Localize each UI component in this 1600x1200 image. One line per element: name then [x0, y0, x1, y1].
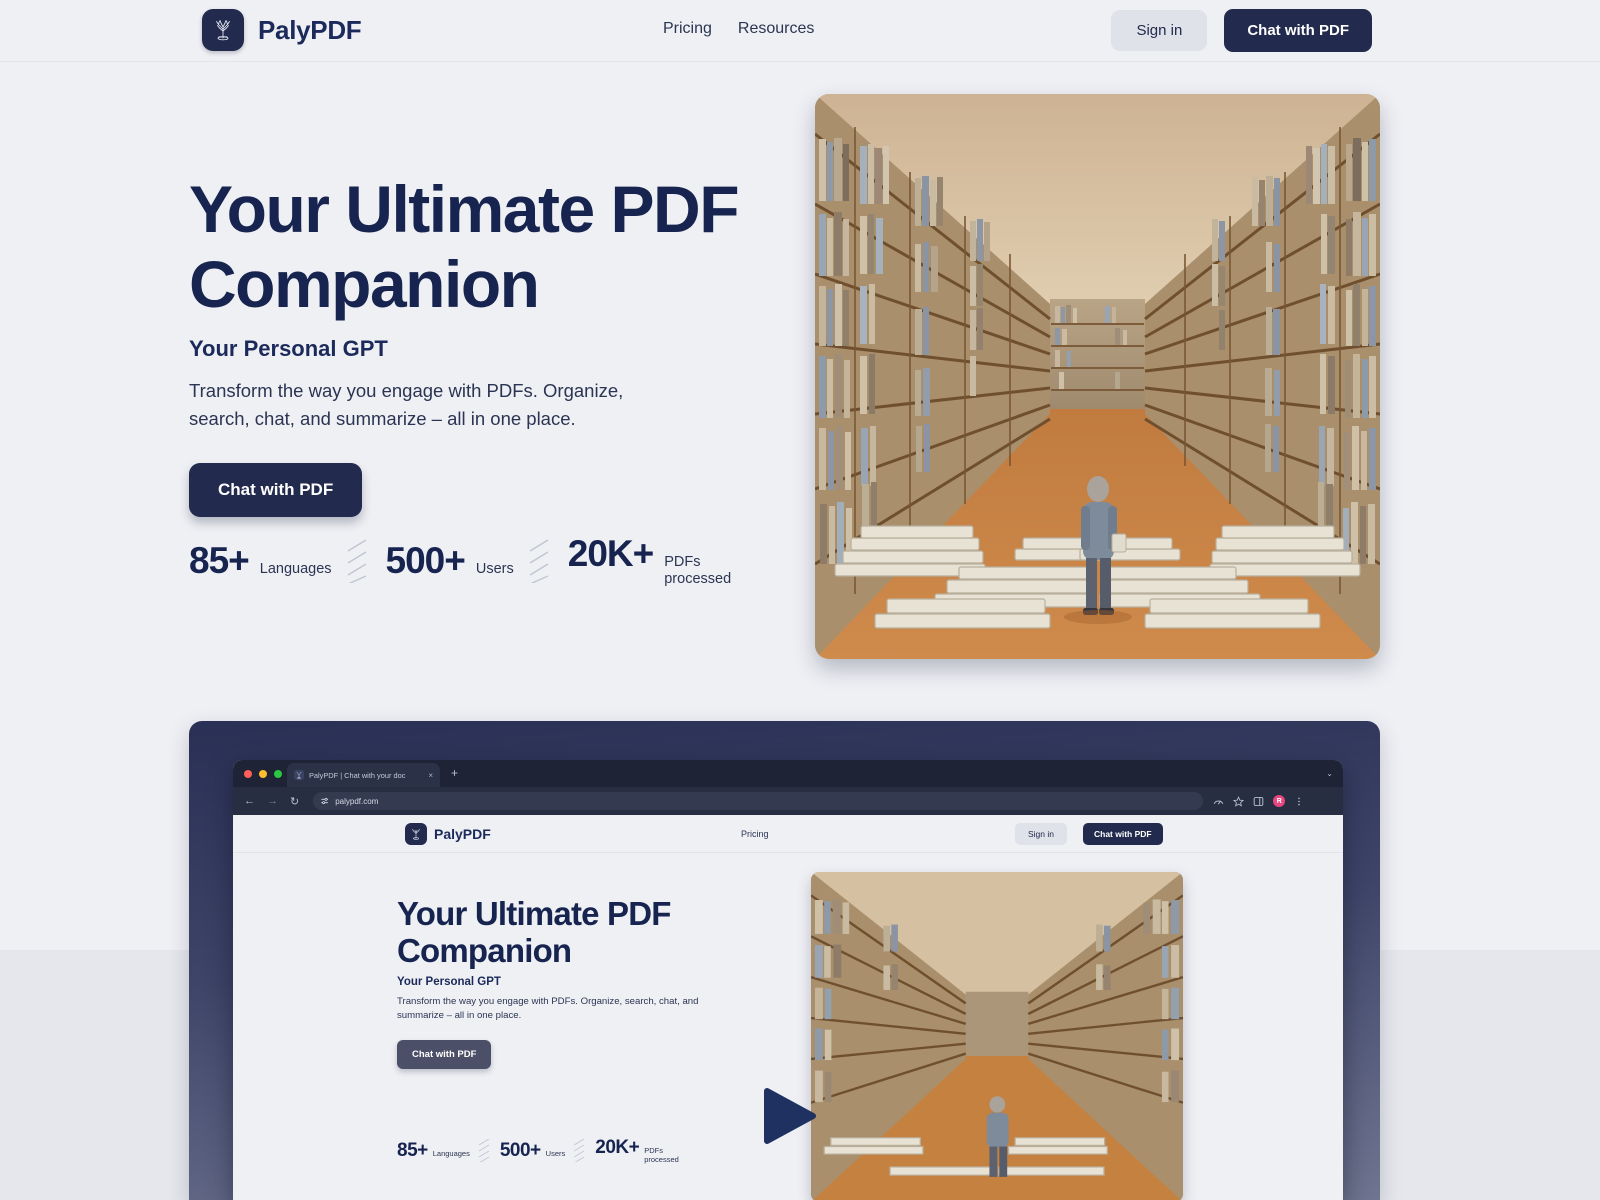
mockup-hero-subheading: Your Personal GPT — [397, 976, 501, 988]
nav-link-resources[interactable]: Resources — [738, 20, 814, 38]
stats-row: 85+ Languages 500+ Users 20K+ PDFs proce… — [189, 533, 740, 588]
mockup-stats-row: 85+ Languages 500+ Users 20K+ PDFs proce… — [397, 1137, 686, 1164]
mockup-stat-value: 85+ — [397, 1139, 428, 1161]
stat-item: 85+ Languages — [189, 540, 332, 582]
mockup-hero-content: Your Ultimate PDF Companion Your Persona… — [397, 895, 747, 1069]
brand-name: PalyPDF — [258, 14, 362, 45]
browser-toolbar: ← → ↻ palypdf.com R — [233, 787, 1343, 815]
mockup-sign-in-button[interactable]: Sign in — [1015, 822, 1067, 845]
hero-subheading: Your Personal GPT — [189, 336, 388, 361]
mockup-hero-description: Transform the way you engage with PDFs. … — [397, 996, 699, 1021]
stat-label: PDFs processed — [664, 554, 732, 587]
forward-button[interactable]: → — [267, 795, 278, 807]
mockup-stat-label: Users — [545, 1148, 566, 1158]
reload-button[interactable]: ↻ — [290, 795, 299, 808]
mockup-heading-line2: Companion — [397, 932, 572, 969]
mockup-stat-label: Languages — [432, 1148, 470, 1158]
url-text: palypdf.com — [335, 796, 379, 806]
tab-favicon-icon — [294, 770, 304, 780]
stat-label: Users — [475, 560, 514, 577]
hero-description: Transform the way you engage with PDFs. … — [189, 380, 624, 429]
mockup-brand-name: PalyPDF — [434, 825, 491, 842]
bookmark-star-icon[interactable] — [1233, 795, 1245, 807]
mockup-stat-value: 500+ — [499, 1139, 541, 1161]
toolbar-actions: R — [1213, 795, 1304, 807]
mockup-top-navigation: PalyPDF Pricing Sign in Chat with PDF — [233, 815, 1343, 853]
nav-links: Pricing Resources — [663, 20, 814, 38]
nav-actions: Sign in Chat with PDF — [1111, 9, 1372, 52]
hatch-divider-icon — [347, 538, 366, 583]
mockup-heading-line1: Your Ultimate PDF — [397, 895, 671, 932]
hatch-divider-icon — [573, 1139, 585, 1162]
stat-value: 500+ — [385, 539, 466, 581]
browser-menu-icon[interactable] — [1294, 796, 1304, 807]
back-button[interactable]: ← — [244, 795, 255, 807]
hero-content: Your Ultimate PDF Companion Your Persona… — [189, 172, 789, 517]
sign-in-button[interactable]: Sign in — [1111, 10, 1208, 51]
hero-chat-with-pdf-button[interactable]: Chat with PDF — [189, 463, 363, 517]
mockup-stat-label: PDFs processed — [644, 1146, 679, 1164]
mockup-page-content: PalyPDF Pricing Sign in Chat with PDF Yo… — [233, 815, 1343, 1200]
hero-heading-line1: Your Ultimate PDF — [189, 172, 740, 246]
hero-heading-line2: Companion — [189, 247, 540, 321]
brand-logo-link[interactable]: PalyPDF — [202, 9, 362, 51]
browser-tab[interactable]: PalyPDF | Chat with your doc × — [287, 763, 440, 787]
browser-mockup: PalyPDF | Chat with your doc × + ⌄ ← → ↻ — [233, 760, 1343, 1200]
browser-tab-bar: PalyPDF | Chat with your doc × + ⌄ — [233, 760, 1343, 787]
mockup-brand-logo[interactable]: PalyPDF — [405, 822, 491, 845]
tab-title: PalyPDF | Chat with your doc — [309, 770, 406, 780]
side-panel-icon[interactable] — [1253, 796, 1264, 807]
performance-gauge-icon[interactable] — [1213, 796, 1224, 807]
landing-page: PalyPDF Pricing Resources Sign in Chat w… — [0, 0, 1600, 1200]
tune-sliders-icon[interactable] — [321, 797, 329, 805]
close-tab-button[interactable]: × — [428, 771, 433, 780]
mockup-chat-with-pdf-button[interactable]: Chat with PDF — [1083, 822, 1163, 845]
profile-avatar[interactable]: R — [1273, 795, 1286, 807]
mockup-page-title: Your Ultimate PDF Companion — [397, 895, 747, 969]
mockup-stat-value: 20K+ — [595, 1137, 640, 1158]
minimize-window-button[interactable] — [259, 770, 267, 778]
address-bar[interactable]: palypdf.com — [313, 792, 1204, 810]
new-tab-button[interactable]: + — [451, 767, 458, 779]
video-preview-container[interactable]: PalyPDF | Chat with your doc × + ⌄ ← → ↻ — [189, 721, 1380, 1200]
chat-with-pdf-button[interactable]: Chat with PDF — [1224, 9, 1372, 52]
maximize-window-button[interactable] — [274, 770, 282, 778]
mockup-hero-cta-button[interactable]: Chat with PDF — [397, 1040, 492, 1069]
mockup-nav-link-pricing[interactable]: Pricing — [741, 829, 769, 839]
stat-item: 20K+ PDFs processed — [568, 533, 740, 588]
stat-value: 20K+ — [567, 533, 654, 574]
tree-logo-icon — [405, 822, 427, 845]
play-button[interactable] — [757, 1085, 819, 1147]
window-controls[interactable] — [244, 770, 282, 778]
mockup-stat-item: 85+ Languages — [397, 1140, 470, 1162]
stat-item: 500+ Users — [386, 540, 514, 582]
page-title: Your Ultimate PDF Companion — [189, 172, 789, 322]
chevron-down-icon[interactable]: ⌄ — [1326, 769, 1333, 778]
stat-value: 85+ — [189, 539, 250, 581]
nav-link-pricing[interactable]: Pricing — [663, 20, 712, 38]
hero-library-illustration — [815, 94, 1380, 659]
mockup-library-illustration — [811, 872, 1183, 1200]
hatch-divider-icon — [529, 538, 549, 583]
browser-nav-icons: ← → ↻ — [244, 795, 299, 808]
close-window-button[interactable] — [244, 770, 252, 778]
hatch-divider-icon — [478, 1139, 490, 1162]
tree-logo-icon — [202, 9, 244, 51]
mockup-stat-item: 20K+ PDFs processed — [595, 1137, 686, 1164]
stat-label: Languages — [259, 560, 332, 577]
mockup-stat-item: 500+ Users — [500, 1140, 565, 1162]
